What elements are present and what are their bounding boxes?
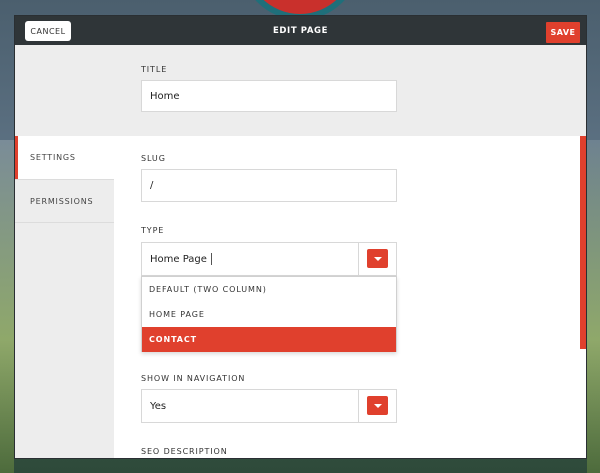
- type-select[interactable]: Home Page: [141, 242, 397, 276]
- navigation-dropdown-button[interactable]: [367, 396, 388, 415]
- background-scenery-left: [0, 140, 14, 473]
- title-input[interactable]: Home: [141, 80, 397, 112]
- chevron-down-icon: [373, 256, 382, 261]
- slug-label: SLUG: [141, 154, 166, 163]
- dropdown-option-default[interactable]: DEFAULT (TWO COLUMN): [142, 277, 396, 302]
- background-scenery-right: [587, 140, 600, 473]
- cancel-button[interactable]: CANCEL: [25, 21, 71, 41]
- slug-input[interactable]: /: [141, 169, 397, 202]
- type-select-value: Home Page: [150, 253, 207, 265]
- title-label: TITLE: [141, 65, 168, 74]
- show-in-navigation-label: SHOW IN NAVIGATION: [141, 374, 246, 383]
- show-in-navigation-value: Yes: [150, 400, 167, 412]
- tab-settings[interactable]: SETTINGS: [15, 136, 114, 179]
- save-button[interactable]: SAVE: [546, 22, 580, 43]
- dropdown-option-home-page[interactable]: HOME PAGE: [142, 302, 396, 327]
- type-dropdown-button[interactable]: [367, 249, 388, 268]
- show-in-navigation-select[interactable]: Yes: [141, 389, 397, 423]
- modal-title: EDIT PAGE: [273, 25, 328, 36]
- settings-sidebar: SETTINGS PERMISSIONS: [15, 136, 114, 458]
- dropdown-option-contact[interactable]: CONTACT: [142, 327, 396, 352]
- tab-permissions[interactable]: PERMISSIONS: [15, 179, 114, 223]
- type-dropdown-menu: DEFAULT (TWO COLUMN) HOME PAGE CONTACT: [141, 276, 397, 352]
- chevron-down-icon: [373, 403, 382, 408]
- select-divider: [358, 390, 359, 422]
- scrollbar[interactable]: [580, 136, 586, 349]
- edit-page-modal: EDIT PAGE CANCEL SAVE TITLE Home SETTING…: [14, 15, 587, 459]
- text-cursor: [210, 253, 212, 265]
- title-section: TITLE Home: [15, 45, 586, 136]
- seo-description-label: SEO DESCRIPTION: [141, 447, 228, 456]
- select-divider: [358, 243, 359, 275]
- modal-header: EDIT PAGE CANCEL SAVE: [15, 16, 586, 45]
- type-label: TYPE: [141, 226, 165, 235]
